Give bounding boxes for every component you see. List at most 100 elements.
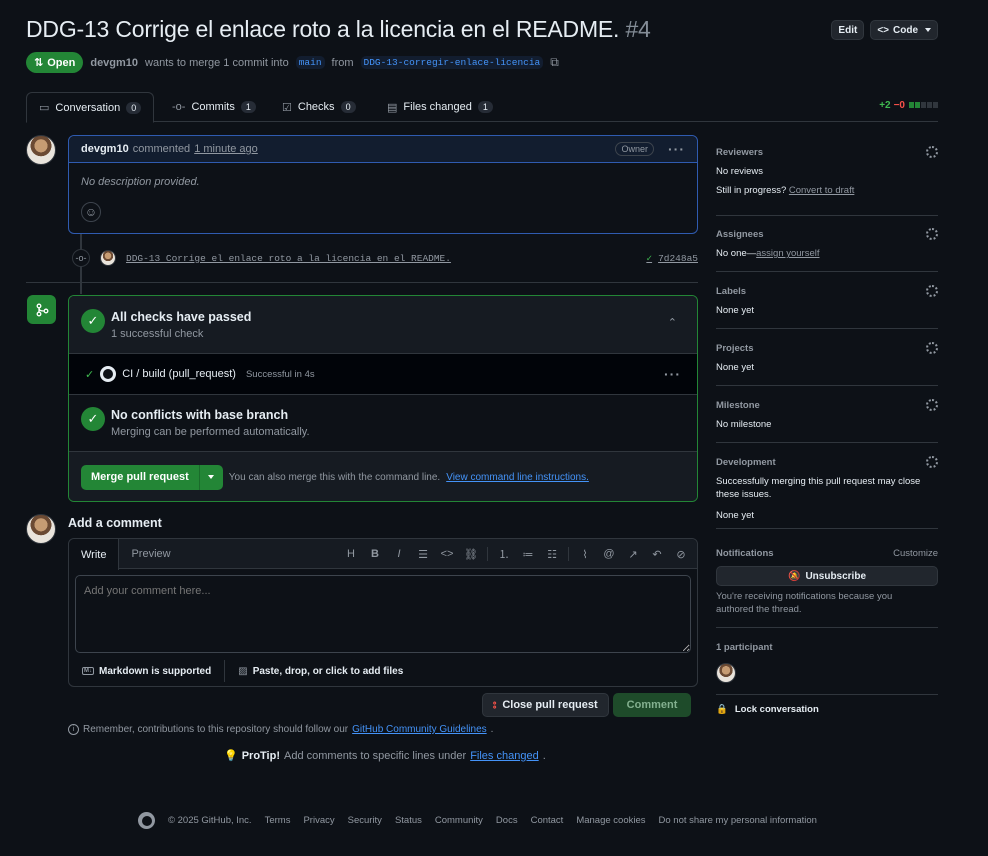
convert-to-draft-link[interactable]: Convert to draft: [789, 185, 854, 196]
gear-icon[interactable]: [926, 342, 938, 354]
merge-button-group: Merge pull request: [81, 464, 223, 490]
github-logo-icon[interactable]: [138, 812, 155, 829]
reply-icon[interactable]: ↶: [649, 548, 665, 561]
tab-files-changed[interactable]: ▤ Files changed 1: [375, 92, 505, 122]
footer-link-docs[interactable]: Docs: [496, 815, 518, 826]
footer-link-terms[interactable]: Terms: [265, 815, 291, 826]
status-badge: ⇅ Open: [26, 52, 84, 73]
avatar[interactable]: [26, 135, 56, 165]
tab-commits[interactable]: -o- Commits 1: [160, 92, 268, 122]
avatar[interactable]: [100, 250, 116, 266]
gear-icon[interactable]: [926, 146, 938, 158]
reviewers-value: No reviews: [716, 166, 763, 177]
check-icon: ✓: [646, 252, 653, 264]
community-guidelines-link[interactable]: GitHub Community Guidelines: [352, 724, 487, 735]
attach-icon[interactable]: ⌇: [577, 548, 593, 561]
cli-instructions-link[interactable]: View command line instructions.: [446, 472, 589, 483]
merge-options-dropdown[interactable]: [199, 464, 223, 490]
footer-link-contact[interactable]: Contact: [531, 815, 564, 826]
merge-text: wants to merge 1 commit into: [145, 56, 289, 69]
heading-icon[interactable]: H: [343, 548, 359, 560]
comment-button[interactable]: Comment: [612, 693, 692, 717]
kebab-menu-icon[interactable]: ···: [664, 366, 681, 382]
tab-count: 0: [126, 101, 142, 114]
slash-commands-icon[interactable]: ⊘: [673, 548, 689, 561]
code-icon[interactable]: <>: [439, 548, 455, 560]
footer-link-security[interactable]: Security: [348, 815, 382, 826]
lock-conversation-button[interactable]: 🔒 Lock conversation: [716, 704, 819, 715]
tab-checks[interactable]: ☑ Checks 0: [270, 92, 368, 122]
edit-button-label: Edit: [838, 24, 858, 36]
from-text: from: [331, 56, 354, 69]
footer-link-community[interactable]: Community: [435, 815, 483, 826]
quote-icon[interactable]: ☰: [415, 548, 431, 561]
footer-link-status[interactable]: Status: [395, 815, 422, 826]
sidebar-notifications: Notifications Customize 🔕 Unsubscribe Yo…: [716, 548, 938, 628]
bulleted-list-icon[interactable]: ≔: [520, 548, 536, 561]
smiley-icon[interactable]: ☺: [81, 202, 101, 222]
cross-reference-icon[interactable]: ↗: [625, 548, 641, 561]
merge-pull-request-button[interactable]: Merge pull request: [81, 464, 200, 490]
gear-icon[interactable]: [926, 285, 938, 297]
tab-label: Conversation: [55, 101, 121, 114]
diffstat[interactable]: +2 −0: [879, 100, 938, 111]
footer-link-privacy[interactable]: Privacy: [303, 815, 334, 826]
comment-author[interactable]: devgm10: [81, 143, 129, 155]
commit-item: -o- DDG-13 Corrige el enlace roto a la l…: [72, 248, 698, 268]
gear-icon[interactable]: [926, 228, 938, 240]
ci-name[interactable]: CI / build (pull_request): [122, 368, 236, 380]
avatar[interactable]: [26, 514, 56, 544]
numbered-list-icon[interactable]: ⒈: [496, 546, 512, 562]
customize-link[interactable]: Customize: [893, 548, 938, 559]
pr-number: #4: [625, 16, 651, 42]
avatar[interactable]: [716, 663, 736, 683]
merge-box: ✓ All checks have passed 1 successful ch…: [68, 295, 698, 502]
tab-preview[interactable]: Preview: [119, 539, 182, 569]
commit-icon: -o-: [172, 101, 186, 113]
kebab-menu-icon[interactable]: ···: [668, 141, 685, 157]
bold-icon[interactable]: B: [367, 548, 383, 560]
copy-icon[interactable]: ⧉: [550, 55, 559, 70]
sidebar-heading: Projects: [716, 343, 754, 354]
tab-write[interactable]: Write: [69, 539, 120, 570]
checks-summary[interactable]: ✓ All checks have passed 1 successful ch…: [69, 296, 697, 354]
italic-icon[interactable]: I: [391, 548, 407, 560]
gear-icon[interactable]: [926, 456, 938, 468]
comment-textarea[interactable]: [75, 575, 691, 653]
check-icon: ✓: [85, 368, 95, 381]
diffstat-bar: [908, 100, 938, 111]
unsubscribe-button[interactable]: 🔕 Unsubscribe: [716, 566, 938, 586]
draft-row: Still in progress? Convert to draft: [716, 185, 854, 196]
mention-icon[interactable]: @: [601, 548, 617, 560]
commit-message-link[interactable]: DDG-13 Corrige el enlace roto a la licen…: [126, 253, 451, 264]
guidelines-reminder: i Remember, contributions to this reposi…: [68, 724, 493, 735]
chevron-down-icon: [208, 475, 215, 479]
footer-link-manage-cookies[interactable]: Manage cookies: [576, 815, 645, 826]
close-pull-request-button[interactable]: ⦂ Close pull request: [482, 693, 609, 717]
unsubscribe-label: Unsubscribe: [805, 570, 867, 582]
markdown-toolbar: H B I ☰ <> ⛓ ⒈ ≔ ☷ ⌇ @ ↗ ↶ ⊘: [343, 539, 689, 569]
task-list-icon[interactable]: ☷: [544, 548, 560, 561]
gear-icon[interactable]: [926, 399, 938, 411]
sidebar-development: Development Successfully merging this pu…: [716, 456, 938, 529]
assign-yourself-link[interactable]: assign yourself: [756, 248, 819, 259]
head-branch[interactable]: DDG-13-corregir-enlace-licencia: [360, 56, 544, 69]
sidebar-heading: Notifications: [716, 548, 774, 559]
tab-count: 1: [477, 101, 493, 113]
base-branch[interactable]: main: [295, 56, 325, 69]
code-button[interactable]: <> Code: [870, 20, 938, 40]
chevron-up-icon[interactable]: ⌃: [668, 316, 677, 329]
link-icon[interactable]: ⛓: [463, 548, 479, 561]
timeline-divider: [26, 282, 698, 283]
chevron-down-icon: [925, 28, 931, 32]
attach-files-button[interactable]: ▨ Paste, drop, or click to add files: [225, 660, 416, 682]
files-changed-link[interactable]: Files changed: [470, 750, 539, 762]
git-commit-icon: -o-: [72, 249, 90, 267]
comment-time[interactable]: 1 minute ago: [194, 143, 258, 155]
commit-sha-link[interactable]: ✓ 7d248a5: [646, 253, 698, 264]
pr-author-link[interactable]: devgm10: [90, 57, 138, 69]
edit-button[interactable]: Edit: [831, 20, 865, 40]
markdown-supported-link[interactable]: M↓ Markdown is supported: [69, 660, 224, 682]
tab-conversation[interactable]: ▭ Conversation 0: [26, 92, 155, 123]
footer-link-do-not-share[interactable]: Do not share my personal information: [659, 815, 817, 826]
